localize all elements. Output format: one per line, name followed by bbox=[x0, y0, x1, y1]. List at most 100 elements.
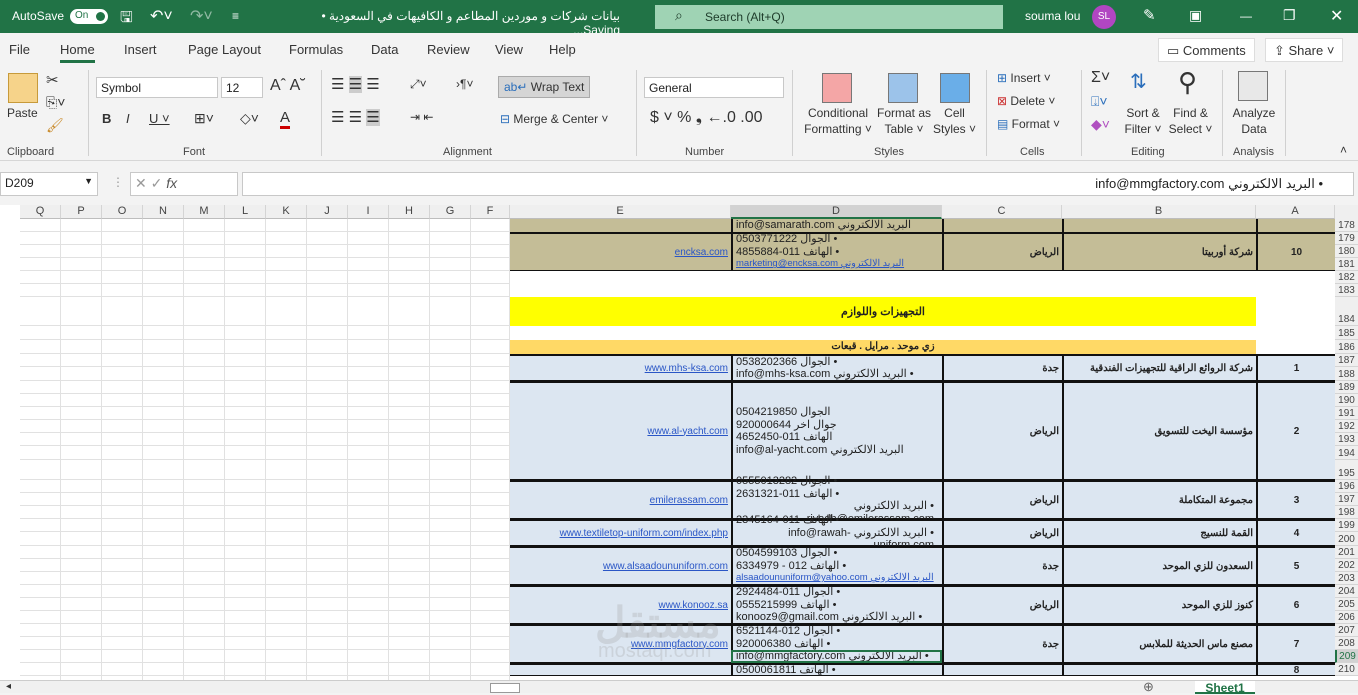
clear-icon[interactable]: ◆˅ bbox=[1091, 116, 1110, 133]
paste-button[interactable]: Paste bbox=[7, 106, 38, 120]
row-header-191[interactable]: 191 bbox=[1335, 407, 1358, 420]
contact-cell[interactable]: البريد الالكتروني info@samarath.com bbox=[731, 219, 942, 232]
format-painter-icon[interactable]: 🖌 bbox=[46, 117, 64, 134]
format-as-table-button[interactable]: Format as Table ˅ bbox=[875, 105, 933, 137]
customize-icon[interactable]: ≡ bbox=[232, 9, 239, 23]
row-header-180[interactable]: 180 bbox=[1335, 245, 1358, 258]
ribbon-display-icon[interactable]: ▣ bbox=[1189, 7, 1202, 24]
fill-color-icon[interactable]: ◇˅ bbox=[240, 110, 259, 127]
column-header-p[interactable]: P bbox=[61, 205, 102, 219]
contact-cell[interactable]: • الجوال 0555013282 • الهاتف 011-2631321 •… bbox=[731, 475, 942, 525]
undo-icon[interactable]: ↶˅ bbox=[150, 6, 173, 26]
row-header-197[interactable]: 197 bbox=[1335, 493, 1358, 506]
tab-help[interactable]: Help bbox=[549, 42, 576, 57]
website-link[interactable]: www.al-yacht.com bbox=[510, 383, 731, 479]
website-link[interactable]: www.alsaadoununiform.com bbox=[510, 548, 731, 584]
number-format-select[interactable]: General bbox=[644, 77, 784, 98]
row-header-183[interactable]: 183 bbox=[1335, 284, 1358, 297]
currency-icon[interactable]: $ ˅ % ❟ ←.0 .00 bbox=[650, 109, 763, 127]
format-cells-button[interactable]: ▤ Format ˅ bbox=[997, 117, 1060, 131]
row-header-199[interactable]: 199 bbox=[1335, 519, 1358, 532]
horizontal-align-icons[interactable]: ☰ ☰ ☰ bbox=[331, 108, 380, 126]
sort-filter-button[interactable]: Sort & Filter ˅ bbox=[1123, 105, 1163, 137]
row-header-185[interactable]: 185 bbox=[1335, 326, 1358, 340]
row-header-204[interactable]: 204 bbox=[1335, 585, 1358, 598]
row-header-209[interactable]: 209 bbox=[1335, 650, 1358, 663]
minimize-icon[interactable]: — bbox=[1240, 9, 1252, 23]
close-icon[interactable]: ✕ bbox=[1330, 6, 1343, 26]
column-header-b[interactable]: B bbox=[1062, 205, 1256, 219]
row-header-195[interactable]: 195 bbox=[1335, 460, 1358, 480]
tab-formulas[interactable]: Formulas bbox=[289, 42, 343, 57]
fill-icon[interactable]: ⍗˅ bbox=[1091, 93, 1108, 110]
borders-icon[interactable]: ⊞˅ bbox=[194, 110, 214, 127]
website-link[interactable]: emilerassam.com bbox=[510, 482, 731, 518]
cell-styles-button[interactable]: Cell Styles ˅ bbox=[932, 105, 977, 137]
tab-file[interactable]: File bbox=[9, 42, 30, 57]
column-header-d[interactable]: D bbox=[731, 205, 942, 219]
column-header-m[interactable]: M bbox=[184, 205, 225, 219]
row-header-188[interactable]: 188 bbox=[1335, 367, 1358, 381]
cancel-icon[interactable]: ✕ bbox=[135, 175, 151, 191]
row-header-189[interactable]: 189 bbox=[1335, 381, 1358, 394]
font-name-select[interactable]: Symbol bbox=[96, 77, 218, 98]
insert-cells-button[interactable]: ⊞ Insert ˅ bbox=[997, 71, 1051, 85]
tab-insert[interactable]: Insert bbox=[124, 42, 157, 57]
collapse-ribbon-icon[interactable]: ˄ bbox=[1340, 143, 1347, 157]
row-header-200[interactable]: 200 bbox=[1335, 532, 1358, 546]
column-header-l[interactable]: L bbox=[225, 205, 266, 219]
paste-icon[interactable] bbox=[8, 73, 38, 103]
website-link[interactable]: www.textiletop-uniform.com/index.php bbox=[510, 521, 731, 545]
row-header-178[interactable]: 178 bbox=[1335, 219, 1358, 232]
selected-cell-d209[interactable] bbox=[731, 650, 942, 663]
column-header-o[interactable]: O bbox=[102, 205, 143, 219]
save-icon[interactable]: 🖫 bbox=[120, 7, 133, 32]
column-header-h[interactable]: H bbox=[389, 205, 430, 219]
column-header-f[interactable]: F bbox=[471, 205, 510, 219]
column-header-j[interactable]: J bbox=[307, 205, 348, 219]
row-header-181[interactable]: 181 bbox=[1335, 258, 1358, 271]
find-select-button[interactable]: Find & Select ˅ bbox=[1168, 105, 1213, 137]
row-header-179[interactable]: 179 bbox=[1335, 232, 1358, 245]
text-direction-icon[interactable]: ›¶˅ bbox=[456, 77, 473, 91]
search-box[interactable]: ⌕ Search (Alt+Q) bbox=[655, 5, 1003, 29]
avatar[interactable]: SL bbox=[1092, 5, 1116, 29]
row-header-198[interactable]: 198 bbox=[1335, 506, 1358, 519]
formula-input[interactable]: • البريد الالكتروني info@mmgfactory.com bbox=[242, 172, 1354, 196]
website-link[interactable] bbox=[510, 665, 731, 675]
redo-icon[interactable]: ↷˅ bbox=[190, 6, 213, 26]
row-header-201[interactable]: 201 bbox=[1335, 546, 1358, 559]
column-header-k[interactable]: K bbox=[266, 205, 307, 219]
row-header-196[interactable]: 196 bbox=[1335, 480, 1358, 493]
horizontal-scrollbar[interactable] bbox=[490, 683, 520, 693]
row-header-206[interactable]: 206 bbox=[1335, 611, 1358, 624]
function-icon[interactable]: fx bbox=[166, 175, 177, 191]
website-link[interactable]: encksa.com bbox=[510, 234, 731, 270]
comments-button[interactable]: ▭ Comments bbox=[1158, 38, 1255, 62]
column-header-i[interactable]: I bbox=[348, 205, 389, 219]
row-header-184[interactable]: 184 bbox=[1335, 297, 1358, 326]
contact-cell[interactable]: • الجوال 0538202366 • البريد الالكتروني i… bbox=[731, 356, 942, 380]
row-header-208[interactable]: 208 bbox=[1335, 637, 1358, 650]
contact-cell[interactable]: • الجوال 0503771222 • الهاتف 011-4855884 ا… bbox=[731, 233, 942, 270]
row-header-193[interactable]: 193 bbox=[1335, 433, 1358, 446]
contact-cell[interactable]: • الهاتف 011-2345164 • البريد الالكتروني … bbox=[731, 514, 942, 551]
column-header-n[interactable]: N bbox=[143, 205, 184, 219]
column-header-q[interactable]: Q bbox=[20, 205, 61, 219]
align-icons[interactable]: ☰ ☰ ☰ bbox=[331, 75, 380, 93]
analyze-data-button[interactable]: Analyze Data bbox=[1228, 105, 1280, 137]
tab-view[interactable]: View bbox=[495, 42, 523, 57]
row-header-182[interactable]: 182 bbox=[1335, 271, 1358, 284]
copy-icon[interactable]: ⎘˅ bbox=[46, 94, 65, 111]
contact-cell[interactable]: • الجوال 011-2924484 • الهاتف 0555215999 •… bbox=[731, 586, 942, 623]
row-header-207[interactable]: 207 bbox=[1335, 624, 1358, 637]
website-link[interactable]: www.mhs-ksa.com bbox=[510, 356, 731, 380]
pen-icon[interactable]: ✎ bbox=[1143, 6, 1156, 24]
row-header-202[interactable]: 202 bbox=[1335, 559, 1358, 572]
font-color-icon[interactable]: A bbox=[280, 109, 291, 129]
merge-center-button[interactable]: ⊟ Merge & Center ˅ bbox=[500, 112, 608, 126]
column-header-g[interactable]: G bbox=[430, 205, 471, 219]
cut-icon[interactable]: ✂ bbox=[46, 71, 59, 89]
autosum-icon[interactable]: Σ˅ bbox=[1091, 69, 1110, 87]
font-size-select[interactable]: 12 bbox=[221, 77, 263, 98]
